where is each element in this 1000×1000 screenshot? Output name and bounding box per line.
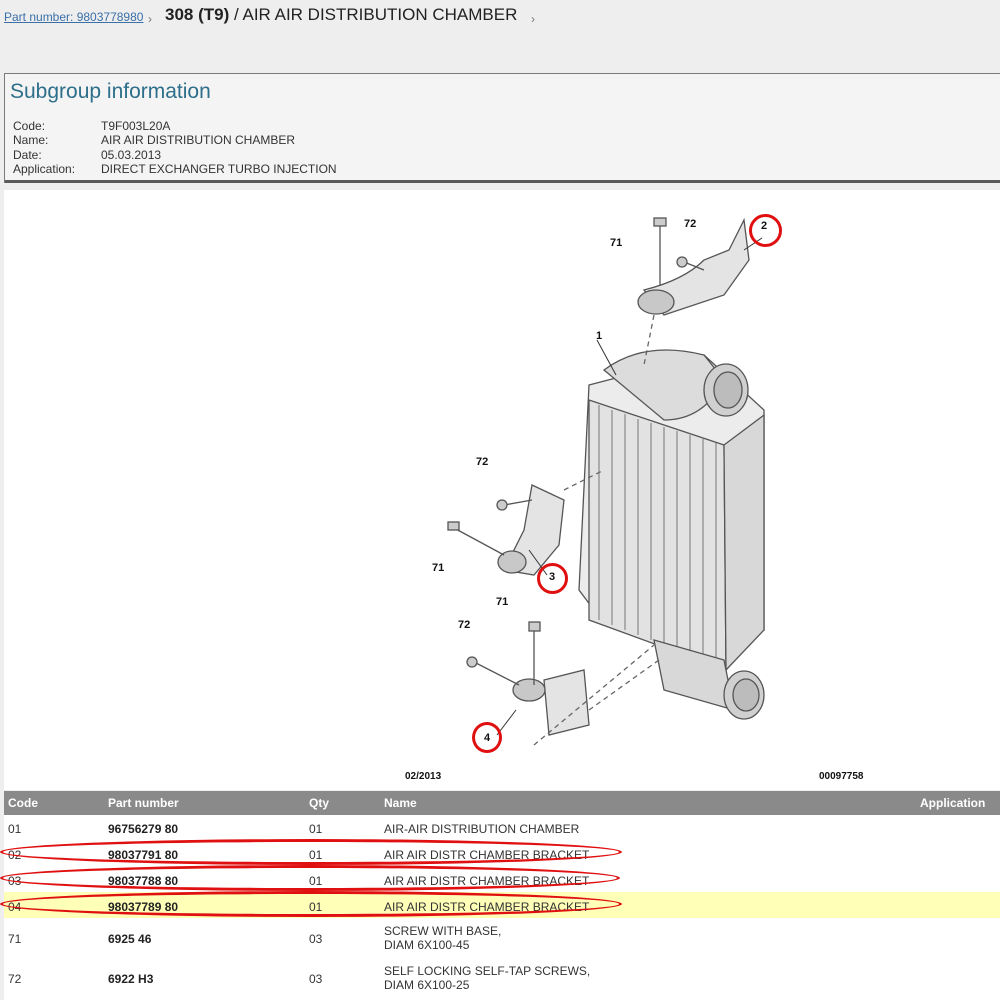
code-value: T9F003L20A	[101, 119, 171, 133]
subgroup-heading: Subgroup information	[10, 80, 211, 103]
row-qty: 01	[309, 822, 323, 836]
highlight-circle	[472, 722, 502, 753]
code-label: Code:	[13, 119, 46, 133]
callout-label: 72	[684, 218, 697, 230]
row-part-number[interactable]: 96756279 80	[108, 822, 178, 836]
highlight-circle	[537, 563, 568, 594]
breadcrumb: Part number: 9803778980 › 308 (T9) / AIR…	[0, 0, 1000, 38]
callout-label: 1	[596, 330, 603, 342]
chevron-right-icon: ›	[148, 12, 152, 26]
chevron-right-icon: ›	[531, 12, 535, 26]
date-value: 05.03.2013	[101, 148, 162, 162]
col-name: Name	[384, 796, 417, 810]
callout-label: 71	[432, 562, 445, 574]
part-number-link[interactable]: Part number: 9803778980	[4, 10, 143, 24]
highlight-circle	[749, 214, 782, 247]
row-qty: 03	[309, 972, 323, 986]
model-label: 308 (T9)	[165, 5, 230, 24]
table-row[interactable]: 01 96756279 80 01 AIR-AIR DISTRIBUTION C…	[4, 815, 1000, 840]
row-code: 01	[8, 822, 22, 836]
table-row[interactable]: 72 6922 H3 03 SELF LOCKING SELF-TAP SCRE…	[4, 958, 1000, 1000]
intercooler-drawing	[447, 217, 765, 746]
application-value: DIRECT EXCHANGER TURBO INJECTION	[101, 162, 337, 176]
row-code: 72	[8, 972, 22, 986]
row-name-line2: DIAM 6X100-45	[384, 938, 470, 952]
page-title: 308 (T9) / AIR AIR DISTRIBUTION CHAMBER	[165, 5, 517, 25]
row-name: AIR-AIR DISTRIBUTION CHAMBER	[384, 822, 580, 836]
row-name: SELF LOCKING SELF-TAP SCREWS,	[384, 964, 591, 978]
diagram-date: 02/2013	[405, 771, 442, 782]
divider	[5, 180, 1000, 183]
callout-label: 72	[476, 456, 489, 468]
name-value: AIR AIR DISTRIBUTION CHAMBER	[101, 133, 296, 147]
parts-diagram[interactable]: 1 2 3 4 71 72 71 72 71 72 02/2013 000977…	[4, 190, 1000, 790]
application-label: Application:	[13, 162, 76, 176]
highlight-oval	[0, 891, 622, 917]
callout-label: 72	[458, 619, 471, 631]
col-part-number: Part number	[108, 796, 179, 810]
row-part-number[interactable]: 6922 H3	[108, 972, 153, 986]
table-row[interactable]: 71 6925 46 03 SCREW WITH BASE, DIAM 6X10…	[4, 918, 1000, 958]
row-name: SCREW WITH BASE,	[384, 924, 502, 938]
row-part-number[interactable]: 6925 46	[108, 932, 151, 946]
row-qty: 03	[309, 932, 323, 946]
col-code: Code	[8, 796, 38, 810]
name-label: Name:	[13, 133, 49, 147]
highlight-oval	[0, 865, 620, 891]
col-qty: Qty	[309, 796, 330, 810]
table-header: Code Part number Qty Name Application	[4, 791, 1000, 815]
diagram-ref: 00097758	[819, 771, 864, 782]
subgroup-panel: Subgroup information Code: T9F003L20A Na…	[4, 73, 1000, 183]
title-text: / AIR AIR DISTRIBUTION CHAMBER	[229, 5, 518, 24]
row-name-line2: DIAM 6X100-25	[384, 978, 470, 992]
col-application: Application	[920, 796, 986, 810]
date-label: Date:	[13, 148, 42, 162]
highlight-oval	[0, 839, 622, 865]
callout-label: 71	[496, 596, 509, 608]
callout-label: 71	[610, 237, 623, 249]
row-code: 71	[8, 932, 22, 946]
